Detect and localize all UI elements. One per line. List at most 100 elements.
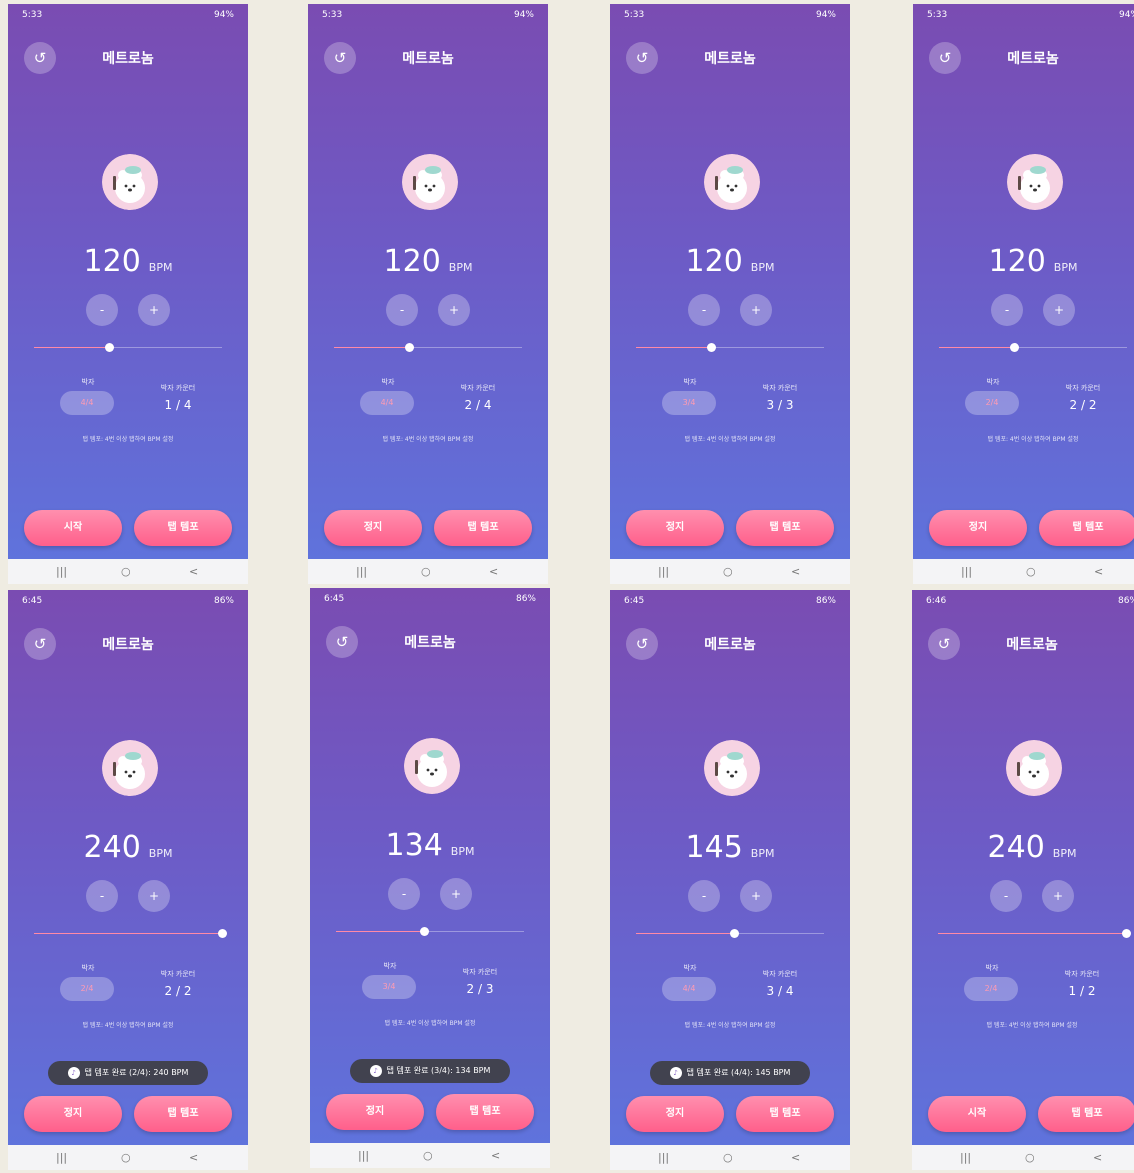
- nav-back-icon[interactable]: <: [189, 1151, 198, 1164]
- tap-tempo-button[interactable]: 탭 템포: [736, 510, 834, 546]
- start-stop-button[interactable]: 시작: [928, 1096, 1026, 1132]
- bpm-slider[interactable]: [34, 343, 222, 352]
- bpm-slider[interactable]: [636, 343, 824, 352]
- status-battery: 94%: [1118, 10, 1134, 20]
- bpm-increase-button[interactable]: +: [138, 294, 170, 326]
- nav-back-icon[interactable]: <: [189, 565, 198, 578]
- bpm-unit: BPM: [1053, 261, 1078, 274]
- start-stop-button[interactable]: 시작: [24, 510, 122, 546]
- home-icon[interactable]: ○: [423, 1149, 433, 1162]
- beat-counter-label: 박자 카운터: [160, 970, 196, 978]
- bpm-increase-button[interactable]: +: [740, 294, 772, 326]
- bpm-slider-thumb[interactable]: [218, 929, 227, 938]
- start-stop-button[interactable]: 정지: [626, 1096, 724, 1132]
- beat-selector[interactable]: 3/4: [362, 975, 416, 999]
- bpm-decrease-button[interactable]: -: [990, 880, 1022, 912]
- start-stop-button[interactable]: 정지: [24, 1096, 122, 1132]
- nav-back-icon[interactable]: <: [1093, 1151, 1102, 1164]
- bpm-slider-thumb[interactable]: [405, 343, 415, 352]
- tap-tempo-button[interactable]: 탭 템포: [134, 510, 232, 546]
- avatar: [102, 740, 158, 796]
- start-stop-button[interactable]: 정지: [324, 510, 422, 546]
- beat-counter: 3 / 4: [766, 984, 794, 998]
- android-nav-bar: ||| ○ <: [8, 559, 248, 584]
- home-icon[interactable]: ○: [1025, 1151, 1035, 1164]
- bpm-decrease-button[interactable]: -: [86, 880, 118, 912]
- bpm-value: 240: [83, 830, 141, 865]
- bpm-slider[interactable]: [938, 929, 1131, 938]
- tap-tempo-button[interactable]: 탭 템포: [1038, 1096, 1134, 1132]
- bpm-decrease-button[interactable]: -: [388, 878, 420, 910]
- start-stop-button[interactable]: 정지: [326, 1094, 424, 1130]
- bpm-display: 134 BPM: [310, 828, 550, 863]
- nav-back-icon[interactable]: <: [489, 565, 498, 578]
- recent-apps-icon[interactable]: |||: [658, 565, 669, 578]
- status-battery: 86%: [815, 596, 836, 606]
- bpm-slider[interactable]: [939, 343, 1127, 352]
- phone-screen: 5:33 94% ↺ 메트로놈 120BPM: [8, 4, 248, 584]
- bpm-slider[interactable]: [34, 929, 227, 938]
- beat-label: 박자: [81, 378, 95, 386]
- android-nav-bar: ||| ○ <: [308, 559, 548, 584]
- bpm-decrease-button[interactable]: -: [386, 294, 418, 326]
- bear-illustration-icon: [1006, 740, 1062, 796]
- start-stop-button[interactable]: 정지: [929, 510, 1027, 546]
- beat-selector[interactable]: 4/4: [60, 391, 114, 415]
- bpm-slider-thumb[interactable]: [420, 927, 430, 936]
- recent-apps-icon[interactable]: |||: [658, 1151, 669, 1164]
- tap-tempo-toast: ♪ 탭 템포 완료 (3/4): 134 BPM: [350, 1059, 510, 1083]
- recent-apps-icon[interactable]: |||: [358, 1149, 369, 1162]
- tap-tempo-button[interactable]: 탭 템포: [436, 1094, 534, 1130]
- bpm-decrease-button[interactable]: -: [688, 294, 720, 326]
- status-bar: 6:45 86%: [310, 588, 550, 610]
- phone-screen: 5:33 94% ↺ 메트로놈 120BPM: [610, 4, 850, 584]
- bpm-increase-button[interactable]: +: [438, 294, 470, 326]
- nav-back-icon[interactable]: <: [491, 1149, 500, 1162]
- bpm-slider-thumb[interactable]: [729, 929, 739, 938]
- bpm-display: 145 BPM: [610, 830, 850, 865]
- home-icon[interactable]: ○: [723, 565, 733, 578]
- tap-tempo-button[interactable]: 탭 템포: [134, 1096, 232, 1132]
- beat-selector[interactable]: 2/4: [965, 391, 1019, 415]
- bpm-decrease-button[interactable]: -: [991, 294, 1023, 326]
- bpm-decrease-button[interactable]: -: [86, 294, 118, 326]
- bpm-increase-button[interactable]: +: [1042, 880, 1074, 912]
- tap-tempo-button[interactable]: 탭 템포: [736, 1096, 834, 1132]
- home-icon[interactable]: ○: [1026, 565, 1036, 578]
- bear-illustration-icon: [704, 154, 760, 210]
- bpm-slider-thumb[interactable]: [105, 343, 115, 352]
- home-icon[interactable]: ○: [723, 1151, 733, 1164]
- start-stop-button[interactable]: 정지: [626, 510, 724, 546]
- bpm-slider[interactable]: [636, 929, 824, 938]
- bpm-slider-thumb[interactable]: [1122, 929, 1131, 938]
- bear-illustration-icon: [402, 154, 458, 210]
- bpm-decrease-button[interactable]: -: [688, 880, 720, 912]
- beat-selector[interactable]: 2/4: [964, 977, 1018, 1001]
- home-icon[interactable]: ○: [421, 565, 431, 578]
- beat-selector[interactable]: 2/4: [60, 977, 114, 1001]
- recent-apps-icon[interactable]: |||: [56, 565, 67, 578]
- tap-tempo-button[interactable]: 탭 템포: [1039, 510, 1134, 546]
- beat-selector[interactable]: 3/4: [662, 391, 716, 415]
- recent-apps-icon[interactable]: |||: [960, 1151, 971, 1164]
- home-icon[interactable]: ○: [121, 1151, 131, 1164]
- beat-label: 박자: [985, 964, 999, 972]
- nav-back-icon[interactable]: <: [791, 1151, 800, 1164]
- bpm-increase-button[interactable]: +: [1043, 294, 1075, 326]
- bpm-increase-button[interactable]: +: [440, 878, 472, 910]
- bpm-slider[interactable]: [334, 343, 522, 352]
- tap-tempo-button[interactable]: 탭 템포: [434, 510, 532, 546]
- nav-back-icon[interactable]: <: [791, 565, 800, 578]
- recent-apps-icon[interactable]: |||: [56, 1151, 67, 1164]
- bpm-slider[interactable]: [336, 927, 524, 936]
- bpm-slider-thumb[interactable]: [1010, 343, 1020, 352]
- recent-apps-icon[interactable]: |||: [961, 565, 972, 578]
- bpm-increase-button[interactable]: +: [138, 880, 170, 912]
- nav-back-icon[interactable]: <: [1094, 565, 1103, 578]
- beat-selector[interactable]: 4/4: [662, 977, 716, 1001]
- home-icon[interactable]: ○: [121, 565, 131, 578]
- recent-apps-icon[interactable]: |||: [356, 565, 367, 578]
- beat-selector[interactable]: 4/4: [360, 391, 414, 415]
- bpm-slider-thumb[interactable]: [707, 343, 717, 352]
- bpm-increase-button[interactable]: +: [740, 880, 772, 912]
